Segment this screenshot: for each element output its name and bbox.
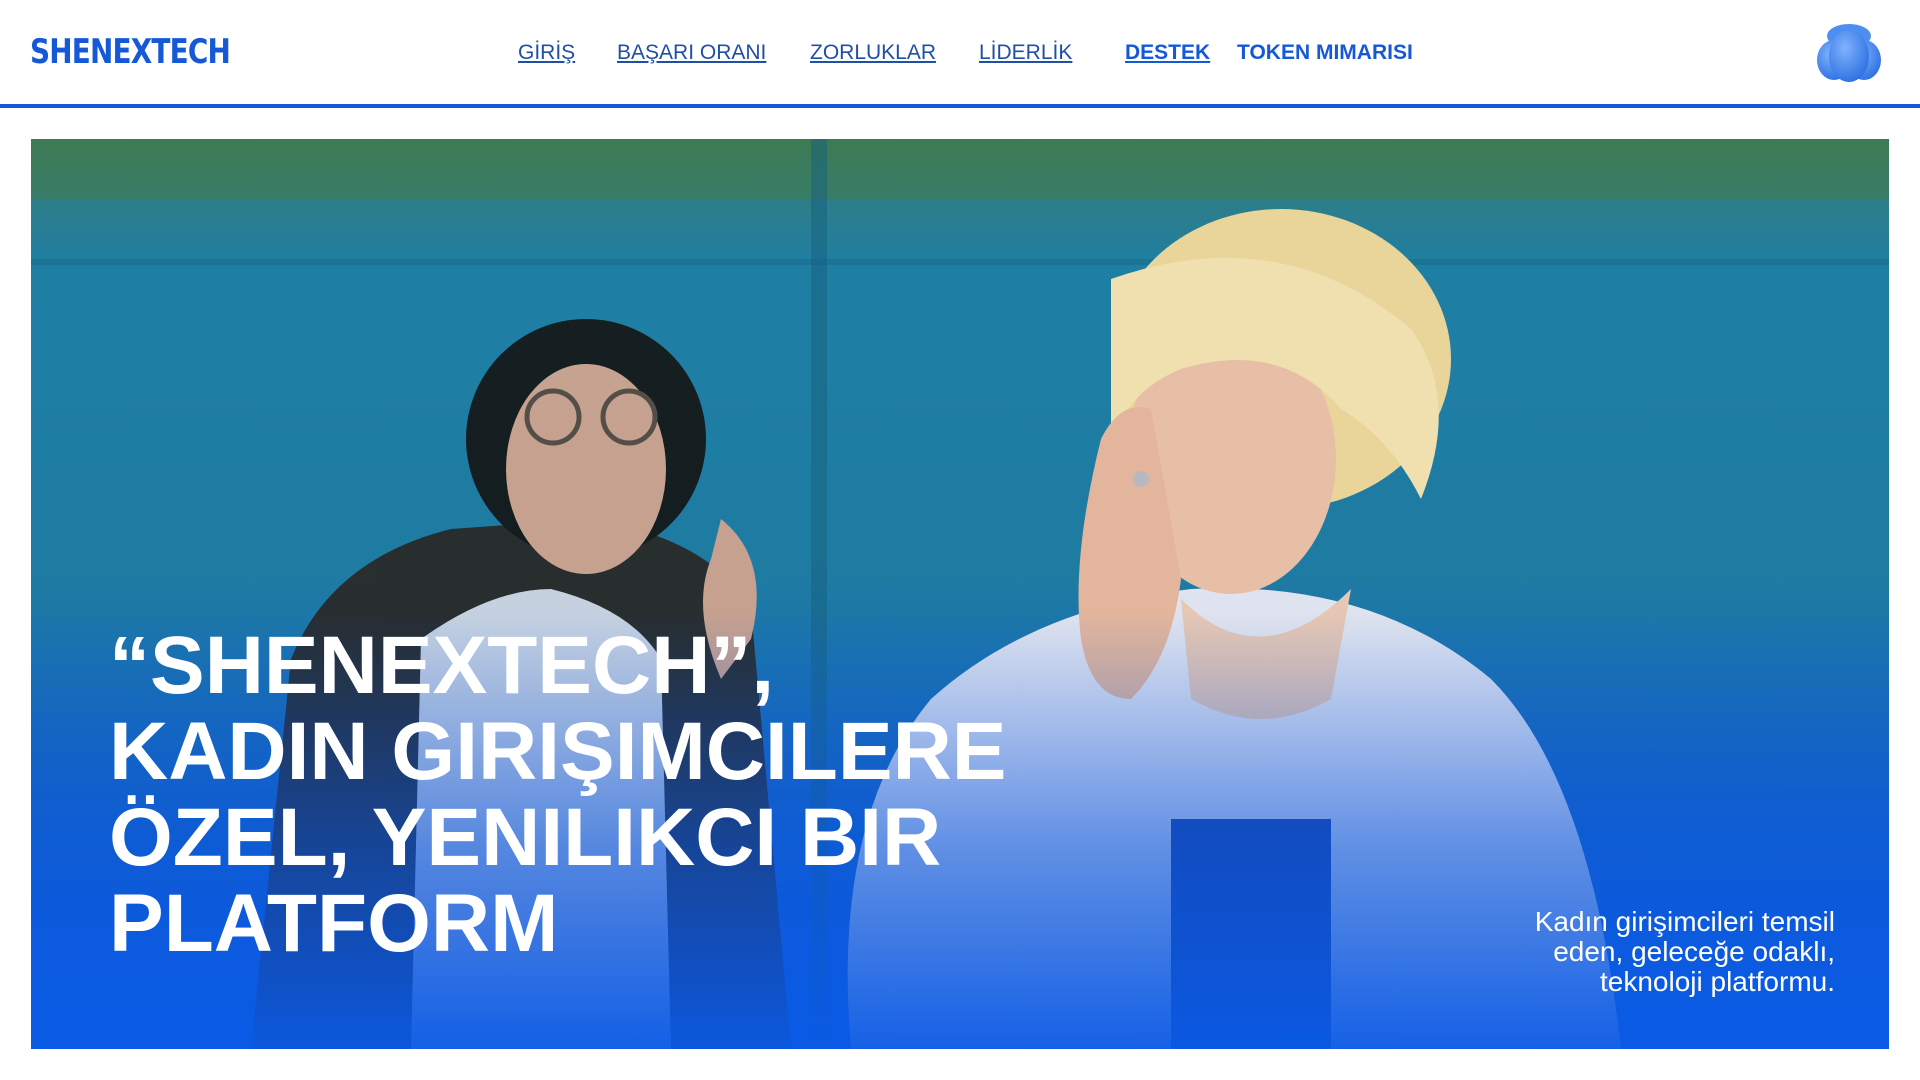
top-navigation-bar: SHENEXTECH GİRİŞ BAŞARI ORANI ZORLUKLAR … — [0, 0, 1920, 108]
nav-link-basari-orani[interactable]: BAŞARI ORANI — [617, 41, 766, 65]
nav-link-liderlik[interactable]: LİDERLİK — [979, 41, 1072, 65]
nav-link-destek[interactable]: DESTEK — [1125, 41, 1210, 65]
hero-headline-line: KADIN GIRIŞIMCILERE — [109, 706, 1007, 797]
hero-headline: “SHENEXTECH”, KADIN GIRIŞIMCILERE ÖZEL, … — [109, 623, 1209, 967]
user-avatar-icon[interactable] — [1816, 22, 1882, 84]
hero-headline-line: “SHENEXTECH”, — [109, 620, 775, 711]
hero-headline-line: ÖZEL, YENILIKCI BIR — [109, 792, 942, 883]
nav-link-giris[interactable]: GİRİŞ — [518, 41, 575, 65]
main-nav: GİRİŞ BAŞARI ORANI ZORLUKLAR LİDERLİK DE… — [0, 0, 1920, 104]
nav-link-token-mimarisi[interactable]: TOKEN MIMARISI — [1237, 41, 1413, 65]
hero-tagline: Kadın girişimcileri temsil eden, geleceğ… — [1415, 907, 1835, 997]
hero-tagline-line: eden, geleceğe odaklı, — [1553, 936, 1835, 967]
hero-section: “SHENEXTECH”, KADIN GIRIŞIMCILERE ÖZEL, … — [31, 139, 1889, 1049]
hero-tagline-line: teknoloji platformu. — [1599, 966, 1835, 997]
hero-tagline-line: Kadın girişimcileri temsil — [1534, 906, 1835, 937]
hero-headline-line: PLATFORM — [109, 878, 559, 969]
nav-link-zorluklar[interactable]: ZORLUKLAR — [810, 41, 936, 65]
